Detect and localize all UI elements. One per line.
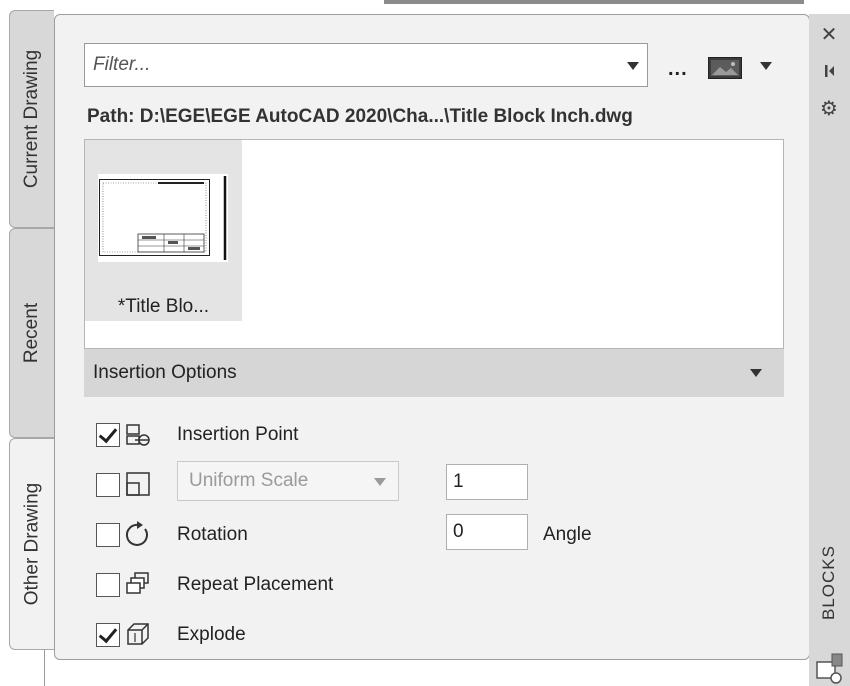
block-name: *Title Blo... <box>117 296 210 317</box>
frame-top-line <box>384 0 804 4</box>
filter-input[interactable] <box>84 43 648 87</box>
tab-recent[interactable]: Recent <box>9 228 54 438</box>
insertion-point-label: Insertion Point <box>177 424 299 445</box>
explode-label: Explode <box>177 624 246 645</box>
rotation-icon <box>126 521 148 546</box>
scale-value-field[interactable] <box>446 464 528 500</box>
rotation-checkbox[interactable] <box>96 523 120 547</box>
filter-dropdown-icon[interactable] <box>627 62 639 70</box>
block-tile[interactable]: *Title Blo... <box>85 140 242 321</box>
tab-recent-label: Recent <box>21 302 43 364</box>
rotation-value-field[interactable] <box>446 514 528 550</box>
explode-icon <box>127 623 149 645</box>
more-button[interactable]: ... <box>668 58 688 81</box>
auto-hide-icon[interactable] <box>818 62 840 80</box>
tab-other-drawing-label: Other Drawing <box>21 482 42 606</box>
scale-select-label: Uniform Scale <box>189 470 309 491</box>
view-dropdown-icon[interactable] <box>760 62 772 70</box>
blocks-gallery: *Title Blo... <box>84 139 784 349</box>
file-path: Path: D:\EGE\EGE AutoCAD 2020\Cha...\Tit… <box>87 106 633 127</box>
repeat-placement-icon <box>126 572 149 594</box>
scale-value-input[interactable] <box>447 470 525 494</box>
collapse-icon[interactable] <box>750 369 762 377</box>
scale-icon <box>126 472 150 496</box>
tab-other-drawing[interactable]: Other Drawing <box>9 438 54 650</box>
block-palette-icon <box>816 653 843 684</box>
close-icon[interactable]: ✕ <box>818 22 840 47</box>
insertion-point-checkbox[interactable] <box>96 423 120 447</box>
palette-title: BLOCKS <box>819 545 838 620</box>
scale-select[interactable]: Uniform Scale <box>177 461 399 501</box>
angle-label: Angle <box>543 524 592 545</box>
explode-checkbox[interactable] <box>96 623 120 647</box>
repeat-placement-label: Repeat Placement <box>177 574 334 595</box>
scale-checkbox[interactable] <box>96 473 120 497</box>
repeat-placement-checkbox[interactable] <box>96 573 120 597</box>
image-icon[interactable] <box>708 57 742 79</box>
gear-icon[interactable]: ⚙ <box>818 96 840 121</box>
tab-current-drawing-label: Current Drawing <box>21 49 43 189</box>
rotation-label: Rotation <box>177 524 248 545</box>
tab-current-drawing[interactable]: Current Drawing <box>9 10 54 228</box>
insertion-options-title: Insertion Options <box>93 362 237 383</box>
insertion-options-header[interactable]: Insertion Options <box>84 349 784 397</box>
insertion-point-icon <box>126 424 150 446</box>
title-block-thumbnail <box>98 174 228 262</box>
filter-text-field[interactable] <box>85 53 595 77</box>
rotation-value-input[interactable] <box>447 520 525 544</box>
scale-dropdown-icon[interactable] <box>374 478 386 486</box>
